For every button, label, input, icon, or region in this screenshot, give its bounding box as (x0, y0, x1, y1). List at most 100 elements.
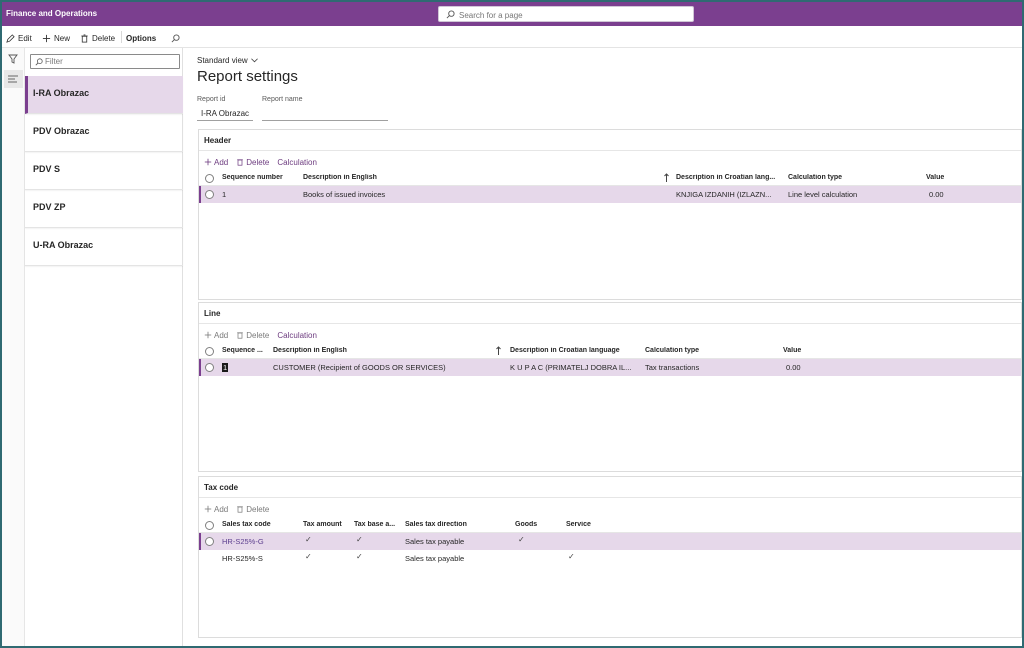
action-pane: Edit New Delete Options (2, 26, 1022, 48)
list-item-label: U-RA Obrazac (33, 240, 94, 250)
column-header[interactable]: Tax amount (303, 521, 342, 528)
new-label: New (54, 33, 71, 43)
list-item[interactable]: PDV ZP (25, 190, 183, 228)
cell-sequence: 1 (222, 190, 227, 199)
row-radio[interactable] (205, 363, 214, 372)
divider (199, 497, 1021, 498)
divider (199, 323, 1021, 324)
cell-calculation-type: Tax transactions (645, 363, 700, 372)
filter-icon[interactable] (8, 54, 18, 64)
select-all-radio[interactable] (205, 347, 214, 356)
list-pane: I-RA Obrazac PDV Obrazac PDV S PDV ZP U-… (25, 48, 183, 646)
cell-direction: Sales tax payable (405, 554, 465, 563)
line-toolbar: Add Delete Calculation (204, 329, 325, 341)
cell-tax-code[interactable]: HR-S25%-S (222, 554, 263, 563)
cell-calculation-type: Line level calculation (788, 190, 858, 199)
plus-icon (42, 34, 51, 42)
column-header[interactable]: Goods (515, 521, 537, 528)
trash-icon (81, 33, 88, 43)
report-id-field[interactable]: I-RA Obrazac (197, 108, 253, 121)
column-header[interactable]: Description in Croatian language (510, 347, 620, 354)
table-row[interactable]: HR-S25%-G ✓ ✓ Sales tax payable ✓ (199, 533, 1021, 550)
row-radio[interactable] (205, 190, 214, 199)
list-item[interactable]: PDV Obrazac (25, 114, 183, 152)
cell-sequence-value[interactable]: 1 (222, 363, 229, 372)
row-radio[interactable] (205, 537, 214, 546)
grid-header: Sequence ... Description in English Desc… (199, 343, 1021, 359)
list-item-label: PDV Obrazac (33, 126, 90, 136)
cell-value: 0.00 (929, 190, 944, 199)
section-title: Header (204, 136, 232, 145)
column-header[interactable]: Tax base a... (354, 521, 395, 528)
add-label: Add (214, 504, 229, 514)
page-title: Report settings (197, 68, 298, 85)
filter-input[interactable] (45, 56, 175, 67)
action-separator (121, 31, 122, 43)
search-placeholder: Search for a page (459, 11, 523, 20)
checkmark-icon: ✓ (356, 535, 363, 544)
new-button[interactable]: New (42, 32, 70, 44)
calculation-button[interactable]: Calculation (277, 331, 317, 340)
edit-label: Edit (18, 33, 32, 43)
header-grid: Sequence number Description in English D… (199, 170, 1021, 203)
grid-header: Sales tax code Tax amount Tax base a... … (199, 517, 1021, 533)
calculation-button[interactable]: Calculation (277, 158, 317, 167)
column-header[interactable]: Sequence number (222, 174, 283, 181)
checkmark-icon: ✓ (305, 552, 312, 561)
delete-button[interactable]: Delete (236, 158, 269, 167)
plus-icon (204, 505, 212, 513)
cell-tax-code-link[interactable]: HR-S25%-G (222, 537, 264, 546)
select-all-radio[interactable] (205, 174, 214, 183)
app-title: Finance and Operations (6, 9, 98, 18)
column-header[interactable]: Sales tax code (222, 521, 271, 528)
list-item-label: PDV S (33, 164, 61, 174)
header-toolbar: Add Delete Calculation (204, 156, 325, 168)
filter-box[interactable] (30, 54, 180, 69)
delete-button[interactable]: Delete (236, 331, 269, 340)
app-window: Finance and Operations Search for a page… (2, 2, 1022, 646)
column-header[interactable]: Value (783, 347, 801, 354)
delete-label: Delete (246, 157, 270, 167)
edit-button[interactable]: Edit (6, 32, 32, 44)
list-item-label: I-RA Obrazac (33, 88, 90, 98)
column-header[interactable]: Description in Croatian lang... (676, 174, 782, 181)
delete-label: Delete (92, 33, 116, 43)
list-item[interactable]: U-RA Obrazac (25, 228, 183, 266)
list-item[interactable]: I-RA Obrazac (25, 76, 183, 114)
cell-description-en: Books of issued invoices (303, 190, 386, 199)
pencil-icon (6, 33, 15, 43)
column-header[interactable]: Description in English (303, 174, 377, 181)
table-row[interactable]: 1 Books of issued invoices KNJIGA IZDANI… (199, 186, 1021, 203)
column-header[interactable]: Sequence ... (222, 347, 263, 354)
delete-label: Delete (246, 504, 270, 514)
left-strip (2, 48, 25, 646)
select-all-radio[interactable] (205, 521, 214, 530)
options-label: Options (126, 33, 157, 43)
cell-direction: Sales tax payable (405, 537, 465, 546)
column-header[interactable]: Calculation type (788, 174, 842, 181)
view-selector[interactable]: Standard view (197, 56, 258, 65)
action-search-button[interactable] (171, 32, 180, 44)
list-item[interactable]: PDV S (25, 152, 183, 190)
column-header[interactable]: Description in English (273, 347, 347, 354)
delete-button[interactable]: Delete (236, 505, 269, 514)
table-row[interactable]: 1 CUSTOMER (Recipient of GOODS OR SERVIC… (199, 359, 1021, 376)
column-header[interactable]: Service (566, 521, 591, 528)
section-title: Line (204, 309, 221, 318)
delete-button[interactable]: Delete (80, 32, 115, 44)
column-header[interactable]: Calculation type (645, 347, 699, 354)
table-row[interactable]: HR-S25%-S ✓ ✓ Sales tax payable ✓ (199, 550, 1021, 567)
add-button[interactable]: Add (204, 158, 228, 167)
add-button[interactable]: Add (204, 331, 228, 340)
search-icon (171, 33, 180, 42)
options-tab[interactable]: Options (126, 32, 156, 44)
global-search-box[interactable]: Search for a page (438, 6, 694, 22)
column-header[interactable]: Value (926, 174, 944, 181)
view-name: Standard view (197, 56, 248, 65)
column-header[interactable]: Sales tax direction (405, 521, 467, 528)
divider (199, 150, 1021, 151)
report-name-field[interactable] (262, 108, 388, 121)
list-view-toggle[interactable] (4, 70, 23, 88)
checkmark-icon: ✓ (518, 535, 525, 544)
add-button[interactable]: Add (204, 505, 228, 514)
